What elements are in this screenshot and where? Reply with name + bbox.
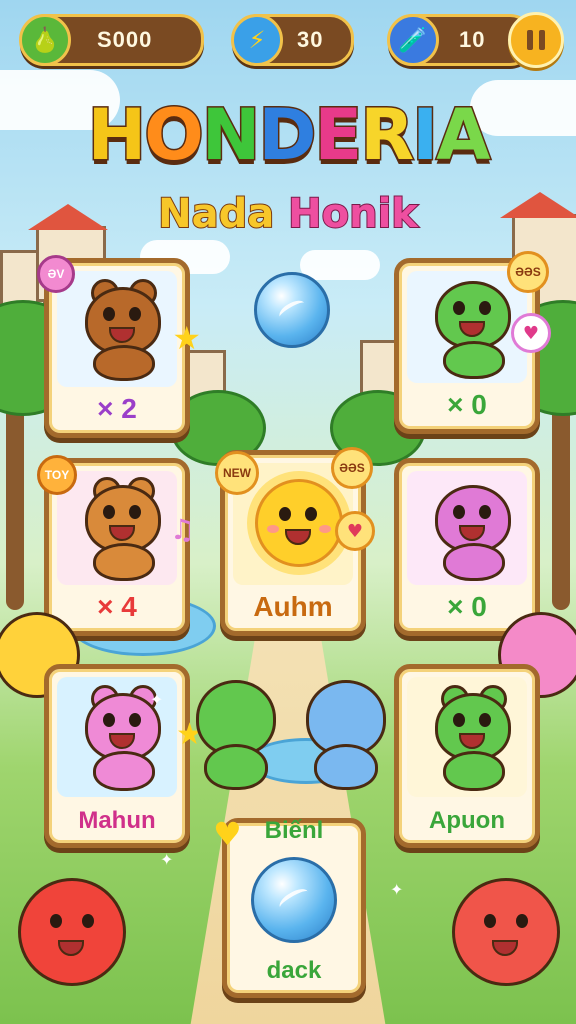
title-letter: O xyxy=(143,94,205,176)
badge: ƏƏS xyxy=(507,251,549,293)
card-orange-weasel[interactable]: TOY ♫ × 4 xyxy=(37,455,195,636)
card-brown-bear[interactable]: ƏV ★ × 2 xyxy=(37,255,201,438)
card-label: × 0 xyxy=(447,389,487,420)
title-letter: R xyxy=(359,94,416,176)
music-note-icon: ♫ xyxy=(169,513,195,546)
heart-icon: ♥ xyxy=(335,511,375,551)
title-letter: D xyxy=(257,94,318,176)
card-art xyxy=(407,271,527,383)
card-label: dack xyxy=(266,957,322,984)
subtitle-word-1: Nada xyxy=(157,191,275,237)
pause-icon-bar xyxy=(527,30,533,50)
water-orb-icon xyxy=(251,857,337,943)
critter-cheek xyxy=(267,525,279,533)
critter-eye xyxy=(479,505,491,519)
card-art xyxy=(57,471,177,585)
floating-orb-icon[interactable] xyxy=(254,272,330,348)
potion-value: 10 xyxy=(459,27,486,52)
sparkle-icon: ✦ xyxy=(160,850,174,869)
critter-cheek xyxy=(319,525,331,533)
title-letter: H xyxy=(86,94,148,176)
badge: ƏƏS xyxy=(331,447,373,489)
coin-value: S000 xyxy=(97,27,153,52)
badge: TOY xyxy=(37,455,77,495)
critter-body xyxy=(93,345,155,381)
critter-eye xyxy=(279,507,291,521)
red-cat-icon xyxy=(18,878,126,986)
critter-eye xyxy=(305,507,317,521)
title-letter: E xyxy=(313,94,364,176)
game-subtitle: Nada Honik xyxy=(0,191,576,237)
sparkle-icon: ✦ xyxy=(390,880,404,899)
title-letter: N xyxy=(200,94,262,176)
card-label: Mahun xyxy=(78,807,156,834)
pear-coin-icon: 🍐 xyxy=(19,14,71,66)
critter-body xyxy=(314,744,378,790)
cloud xyxy=(300,250,380,280)
badge: ƏV xyxy=(37,255,75,293)
critter-eye xyxy=(129,307,141,321)
critter-body xyxy=(204,744,268,790)
critter-eye xyxy=(516,914,528,928)
critter-body xyxy=(93,543,155,581)
potion-bottle-icon: 🧪 xyxy=(387,14,439,66)
card-header: Biếnl xyxy=(264,817,324,844)
sun-icon xyxy=(255,479,343,567)
red-cat-icon xyxy=(452,878,560,986)
card-green-dino[interactable]: ƏƏS ♥ × 0 xyxy=(394,251,551,434)
game-screen: 🍐 S000 ⚡ 30 🧪 10 HONDERIA Nada Honik ƏV … xyxy=(0,0,576,1024)
pause-button[interactable] xyxy=(508,12,564,68)
card-sun[interactable]: NEW ƏƏS ♥ Auhm xyxy=(215,447,375,636)
star-icon: ★ xyxy=(172,319,201,357)
card-pink-bear[interactable]: ★ Mahun xyxy=(44,664,203,848)
card-label: × 4 xyxy=(97,591,137,622)
card-label: × 2 xyxy=(97,393,137,424)
card-green-bear[interactable]: Apuon xyxy=(394,664,540,848)
critter-eye xyxy=(129,505,141,519)
card-orb[interactable]: Biếnl dack ♥ xyxy=(213,815,366,998)
critter-body xyxy=(443,341,505,379)
critter-eye xyxy=(479,713,491,727)
card-art xyxy=(407,677,527,797)
critter-eye xyxy=(479,301,491,315)
coin-counter: 🍐 S000 xyxy=(19,14,204,66)
sparkle-icon: ✦ xyxy=(150,690,164,709)
critter-body xyxy=(93,751,155,791)
card-art xyxy=(407,471,527,585)
critter-body xyxy=(443,751,505,791)
critter-eye xyxy=(453,301,465,315)
card-label: Apuon xyxy=(429,807,505,834)
critter-eye xyxy=(484,914,496,928)
card-label: Auhm xyxy=(253,591,333,622)
title-letter: A xyxy=(435,94,492,176)
title-letter: I xyxy=(411,94,440,176)
heart-icon: ♥ xyxy=(213,815,242,853)
critter-eye xyxy=(129,713,141,727)
critter-eye xyxy=(103,307,115,321)
heart-bubble-icon: ♥ xyxy=(511,313,551,353)
critter-eye xyxy=(82,914,94,928)
critter-body xyxy=(443,543,505,581)
subtitle-word-2: Honik xyxy=(287,191,419,237)
critter-eye xyxy=(103,505,115,519)
green-dino-icon xyxy=(435,281,511,349)
card-art xyxy=(57,271,177,387)
card-label: × 0 xyxy=(447,591,487,622)
gem-value: 30 xyxy=(297,27,324,52)
game-title: HONDERIA xyxy=(0,99,576,172)
critter-eye xyxy=(103,713,115,727)
critter-eye xyxy=(453,505,465,519)
pause-icon-bar xyxy=(539,30,545,50)
critter-eye xyxy=(50,914,62,928)
gem-counter: ⚡ 30 xyxy=(231,14,354,66)
lightning-gem-icon: ⚡ xyxy=(231,14,283,66)
critter-eye xyxy=(453,713,465,727)
card-pink-dino[interactable]: × 0 xyxy=(394,458,540,636)
new-badge: NEW xyxy=(215,451,259,495)
